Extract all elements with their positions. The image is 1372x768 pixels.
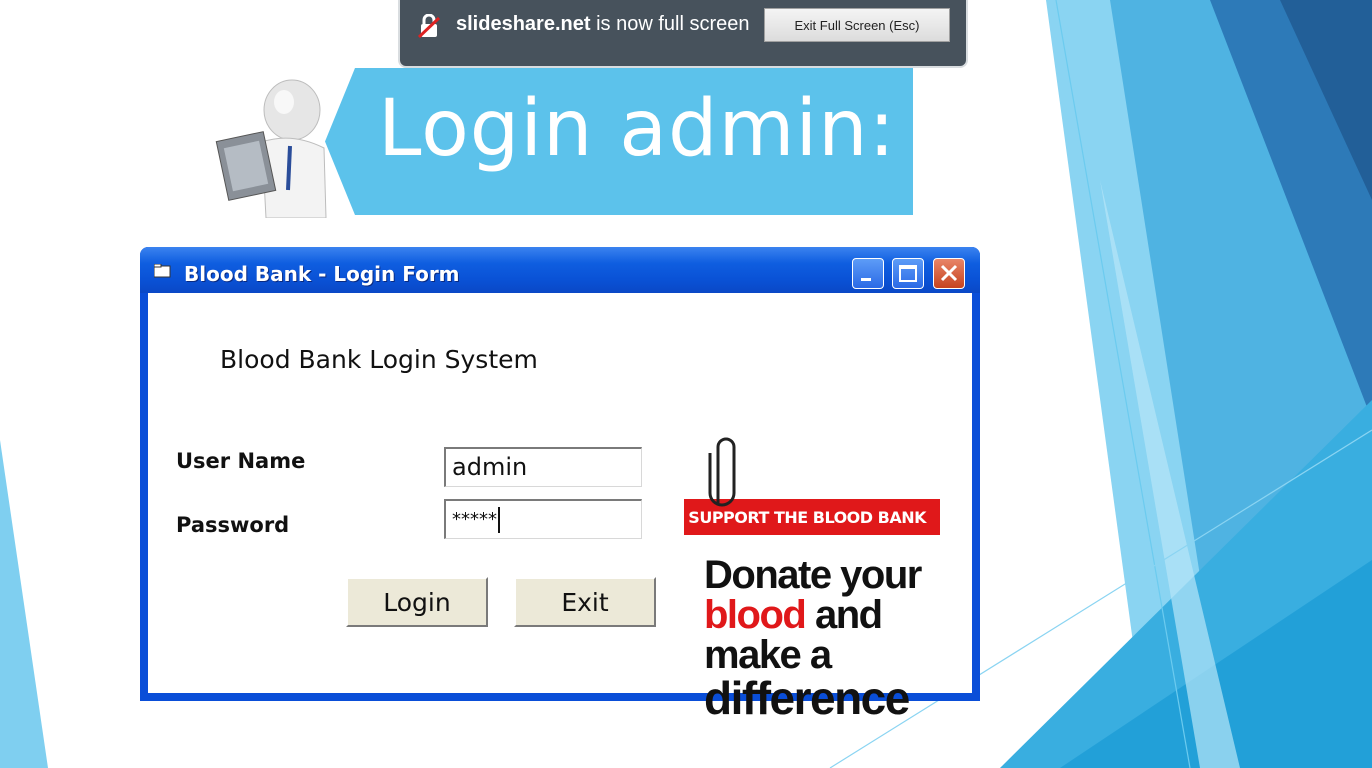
fullscreen-site: slideshare.net bbox=[456, 13, 591, 35]
fullscreen-lock-icon bbox=[418, 14, 440, 38]
text-caret bbox=[498, 507, 500, 533]
exit-button[interactable]: Exit bbox=[514, 577, 656, 627]
poster-line-2: blood and bbox=[704, 593, 883, 638]
password-label: Password bbox=[176, 513, 290, 537]
password-input[interactable]: ***** bbox=[444, 499, 642, 539]
username-value: admin bbox=[452, 453, 528, 481]
login-button[interactable]: Login bbox=[346, 577, 488, 627]
username-label: User Name bbox=[176, 449, 306, 473]
window-body: Blood Bank Login System User Name admin … bbox=[148, 293, 972, 724]
close-icon bbox=[940, 264, 958, 282]
form-heading: Blood Bank Login System bbox=[220, 345, 538, 374]
maximize-icon bbox=[899, 265, 917, 282]
poster-line-4: difference bbox=[704, 672, 910, 724]
password-value: ***** bbox=[452, 509, 497, 530]
exit-fullscreen-button[interactable]: Exit Full Screen (Esc) bbox=[764, 8, 950, 42]
doctor-figure-icon bbox=[215, 79, 327, 218]
fullscreen-notification: slideshare.net is now full screen Exit F… bbox=[398, 0, 968, 68]
maximize-button[interactable] bbox=[892, 258, 924, 289]
paperclip-icon bbox=[708, 437, 736, 507]
minimize-button[interactable] bbox=[852, 258, 884, 289]
close-button[interactable] bbox=[933, 258, 965, 289]
fullscreen-text: is now full screen bbox=[596, 13, 750, 35]
fullscreen-message: slideshare.net is now full screen bbox=[456, 13, 749, 36]
poster-line-2-rest: and bbox=[805, 593, 883, 637]
poster-line-2-red: blood bbox=[704, 593, 807, 637]
window-app-icon bbox=[154, 264, 171, 278]
poster-line-1: Donate your bbox=[704, 553, 922, 597]
donate-blood-poster: SUPPORT THE BLOOD BANK Donate your blood… bbox=[684, 389, 952, 724]
window-titlebar[interactable]: Blood Bank - Login Form bbox=[140, 247, 980, 293]
slide-title: Login admin: bbox=[378, 84, 896, 174]
minimize-icon bbox=[861, 278, 871, 281]
window-title: Blood Bank - Login Form bbox=[184, 262, 460, 286]
username-input[interactable]: admin bbox=[444, 447, 642, 487]
login-window: Blood Bank - Login Form Blood Bank Login… bbox=[140, 247, 980, 724]
